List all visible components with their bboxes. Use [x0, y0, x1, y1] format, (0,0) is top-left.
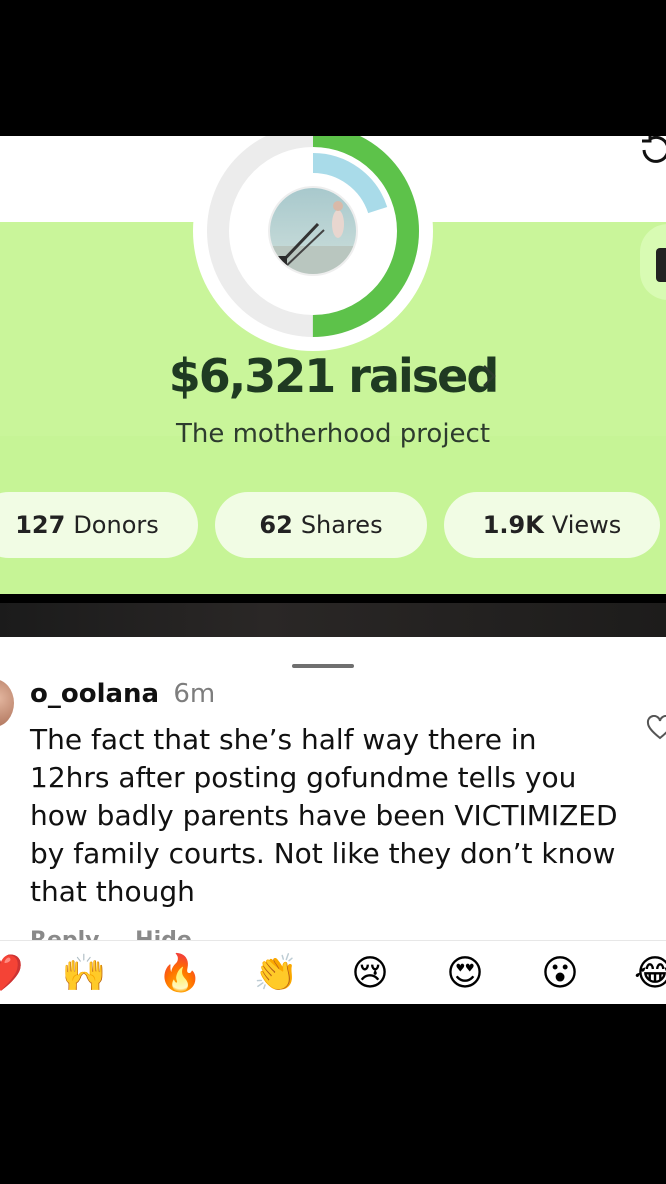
shares-label: Shares: [300, 511, 383, 539]
refresh-icon[interactable]: [636, 136, 666, 170]
avatar: [268, 186, 358, 276]
heart-outline-icon[interactable]: [646, 715, 666, 741]
emoji-heart[interactable]: ❤️: [0, 951, 24, 997]
emoji-laughing[interactable]: 😂: [632, 951, 666, 997]
fundraiser-card: $6,321 raised The motherhood project 127…: [0, 136, 666, 594]
side-panel-marker: [656, 248, 666, 282]
emoji-crying[interactable]: 😢: [347, 951, 393, 997]
chevron-right-icon[interactable]: [478, 358, 500, 394]
fundraiser-title: The motherhood project: [175, 419, 491, 449]
sheet-drag-handle[interactable]: [292, 664, 354, 668]
views-stat[interactable]: 1.9K Views: [444, 492, 660, 558]
comment-actions: Reply Hide: [30, 924, 220, 940]
bottom-letterbox: [0, 1004, 666, 1184]
shares-count: 62: [259, 511, 293, 539]
donors-stat[interactable]: 127 Donors: [0, 492, 198, 558]
donation-progress-ring: [193, 136, 433, 351]
comments-sheet: o_oolana 6m The fact that she’s half way…: [0, 637, 666, 1004]
hide-button[interactable]: Hide: [135, 928, 192, 940]
commenter-avatar[interactable]: [0, 679, 14, 727]
comment-text: The fact that she’s half way there in 12…: [30, 723, 618, 908]
video-background-strip: [0, 603, 666, 637]
amount-raised: $6,321 raised: [168, 349, 500, 403]
reply-button[interactable]: Reply: [30, 928, 100, 940]
donors-label: Donors: [73, 511, 159, 539]
emoji-surprised[interactable]: 😮: [537, 951, 583, 997]
comment-timestamp: 6m: [173, 679, 216, 709]
shares-stat[interactable]: 62 Shares: [215, 492, 427, 558]
emoji-fire[interactable]: 🔥: [157, 951, 203, 997]
views-label: Views: [551, 511, 622, 539]
emoji-clap[interactable]: 👏: [253, 951, 299, 997]
donors-count: 127: [15, 511, 66, 539]
amount-raised-row[interactable]: $6,321 raised: [0, 341, 666, 411]
comment-username[interactable]: o_oolana: [30, 679, 159, 709]
emoji-reaction-bar: ❤️ 🙌 🔥 👏 😢 😍 😮 😂: [0, 941, 666, 1004]
views-count: 1.9K: [482, 511, 544, 539]
emoji-heart-eyes[interactable]: 😍: [442, 951, 488, 997]
emoji-raised-hands[interactable]: 🙌: [61, 951, 107, 997]
comment-header: o_oolana 6m: [30, 679, 215, 709]
